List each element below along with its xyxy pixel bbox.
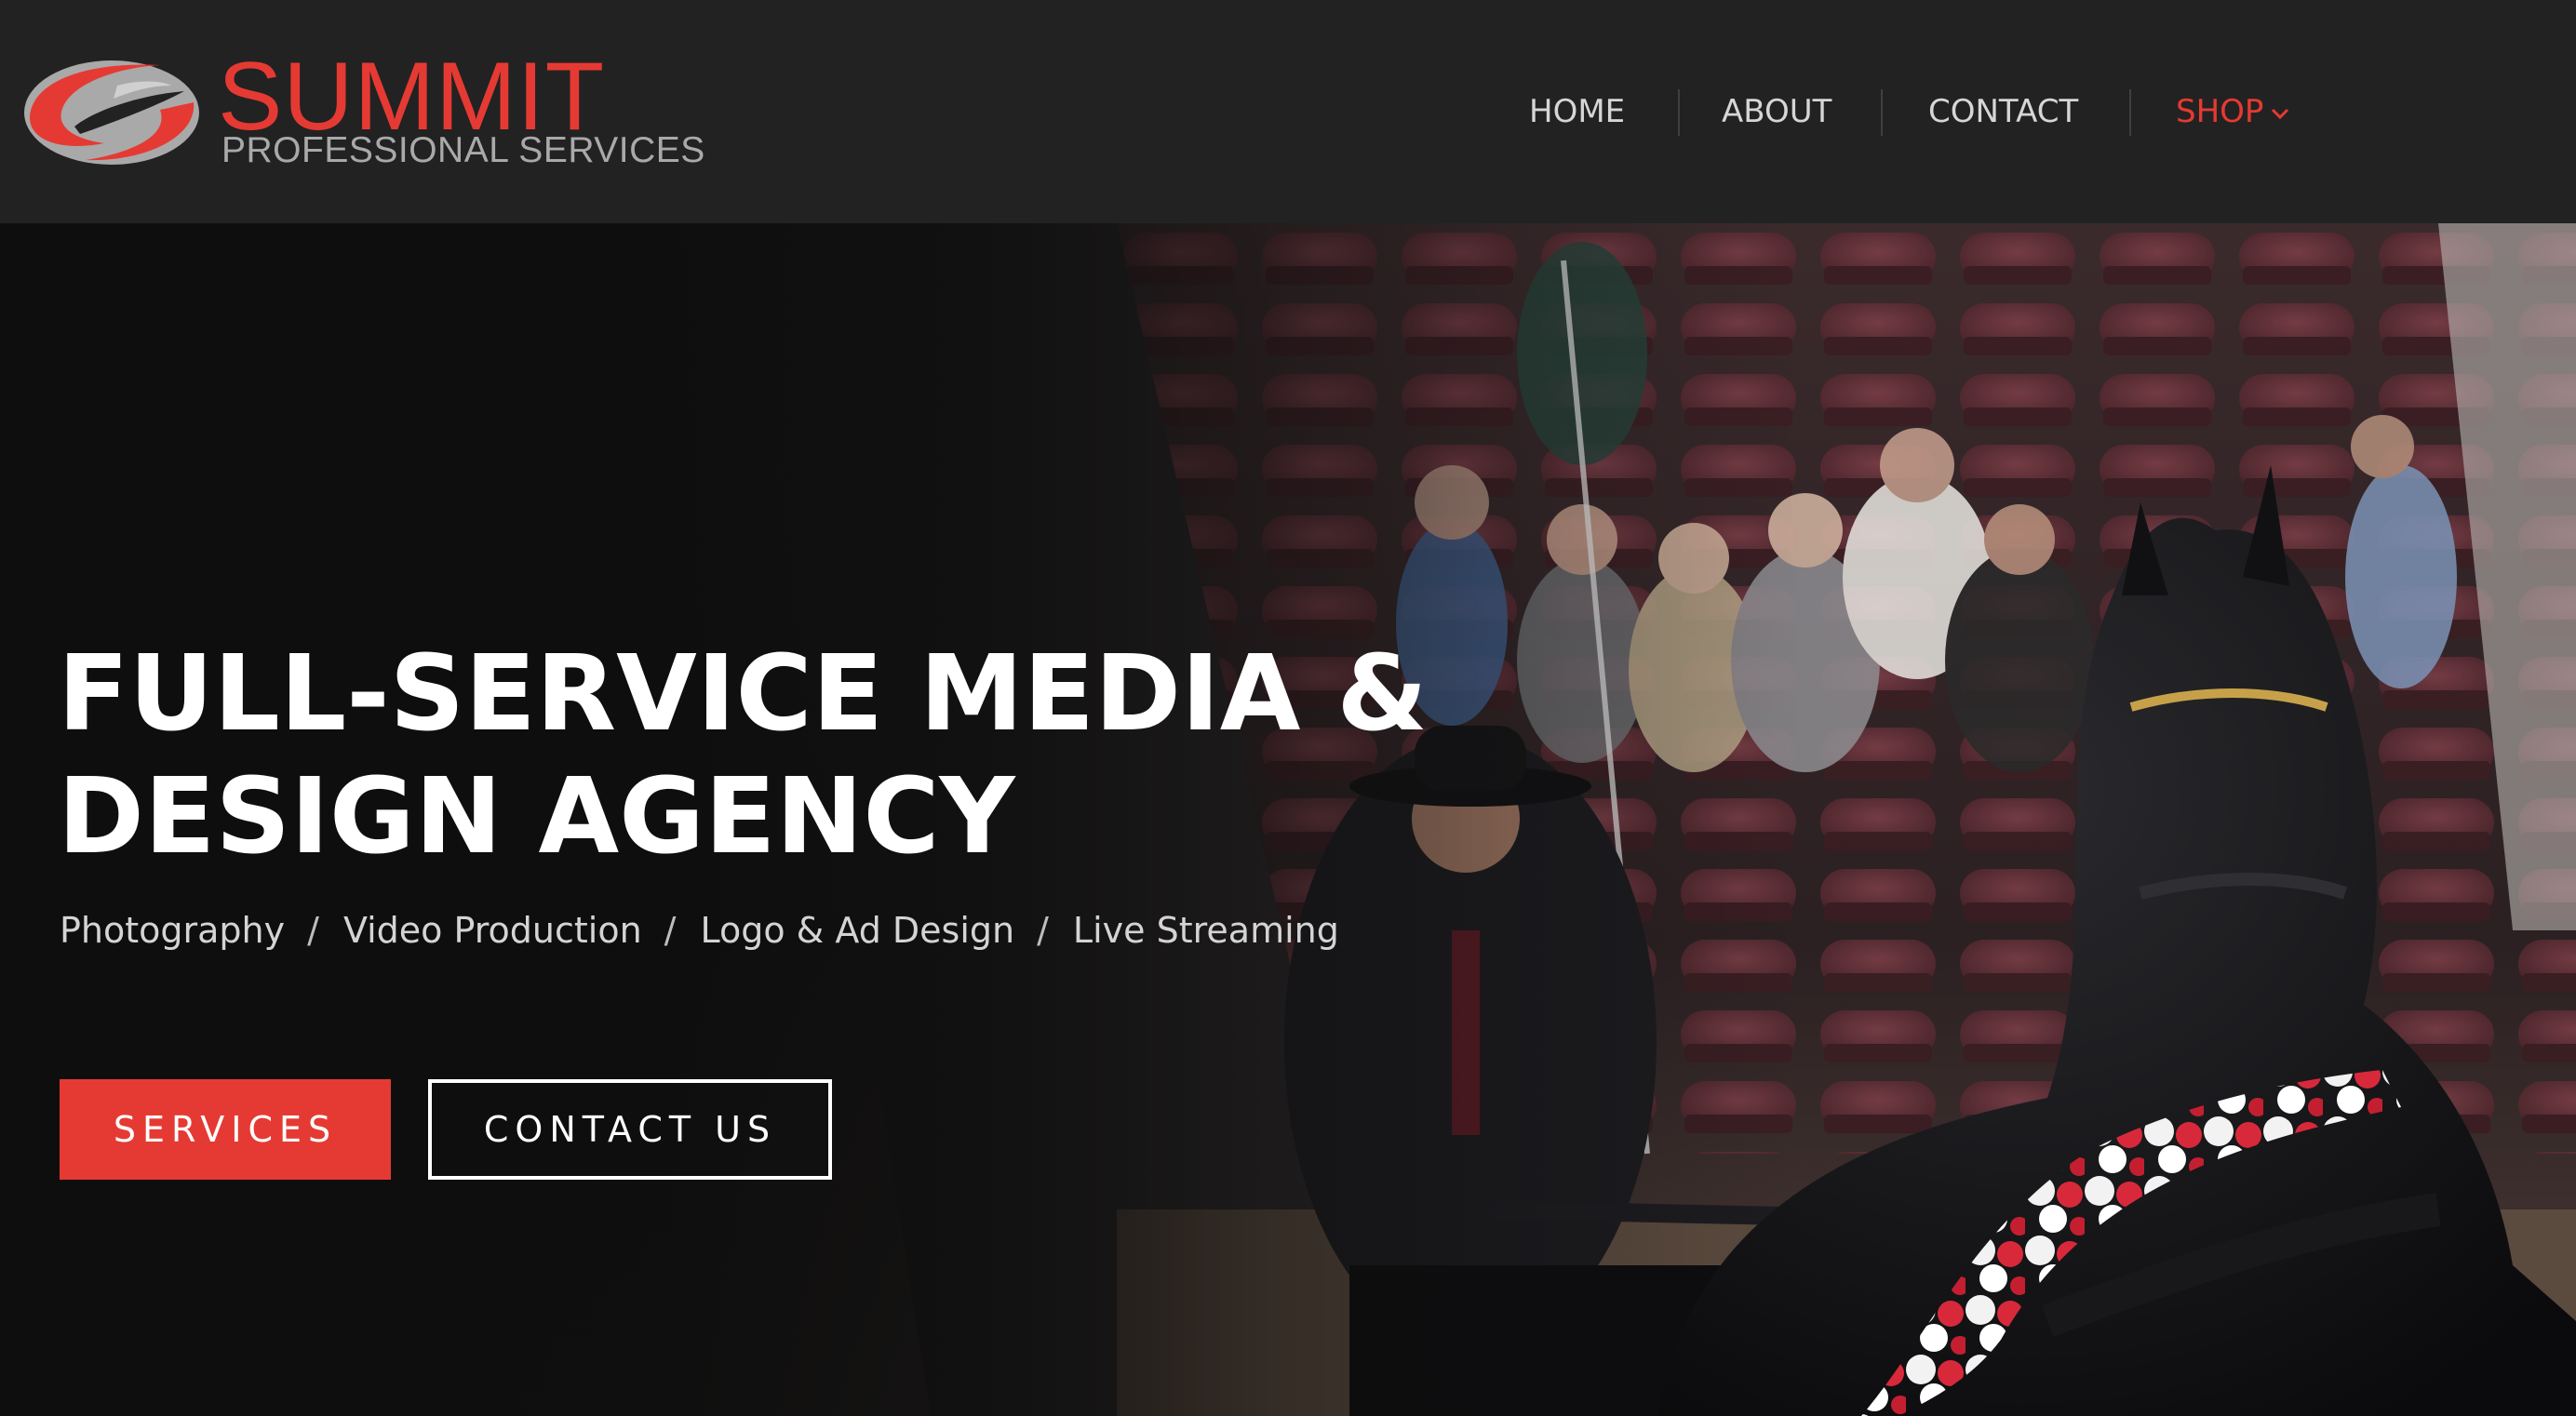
brand-tagline: PROFESSIONAL SERVICES [221,130,705,170]
service-item: Video Production [342,910,642,951]
hero-title-line-2: DESIGN AGENCY [58,756,1015,877]
brand-logo[interactable]: SUMMIT PROFESSIONAL SERVICES [20,48,704,175]
hero-title-line-1: FULL-SERVICE MEDIA & [58,634,1429,755]
swoosh-s-logo-icon [24,60,199,165]
chevron-down-icon [2272,108,2289,119]
nav-divider [1678,89,1680,136]
service-item: Live Streaming [1072,910,1339,951]
service-item: Photography [60,910,286,951]
contact-us-button[interactable]: CONTACT US [428,1079,832,1180]
hero-section: FULL-SERVICE MEDIA & DESIGN AGENCY Photo… [0,223,2576,1416]
nav-divider [2129,89,2131,136]
nav-about[interactable]: ABOUT [1722,89,1831,134]
nav-contact[interactable]: CONTACT [1928,89,2078,134]
separator: / [307,910,319,951]
service-item: Logo & Ad Design [700,910,1015,951]
main-nav: HOME ABOUT CONTACT SHOP [1529,0,2576,223]
separator: / [664,910,677,951]
separator: / [1037,910,1049,951]
nav-home[interactable]: HOME [1529,89,1625,134]
site-header: SUMMIT PROFESSIONAL SERVICES HOME ABOUT … [0,0,2576,223]
services-list: Photography / Video Production / Logo & Ad D… [60,902,1339,958]
nav-divider [1881,89,1883,136]
nav-shop[interactable]: SHOP [2176,89,2291,134]
nav-shop-label: SHOP [2176,93,2264,130]
services-button[interactable]: SERVICES [60,1079,391,1180]
hero-title: FULL-SERVICE MEDIA & DESIGN AGENCY [58,633,1454,878]
